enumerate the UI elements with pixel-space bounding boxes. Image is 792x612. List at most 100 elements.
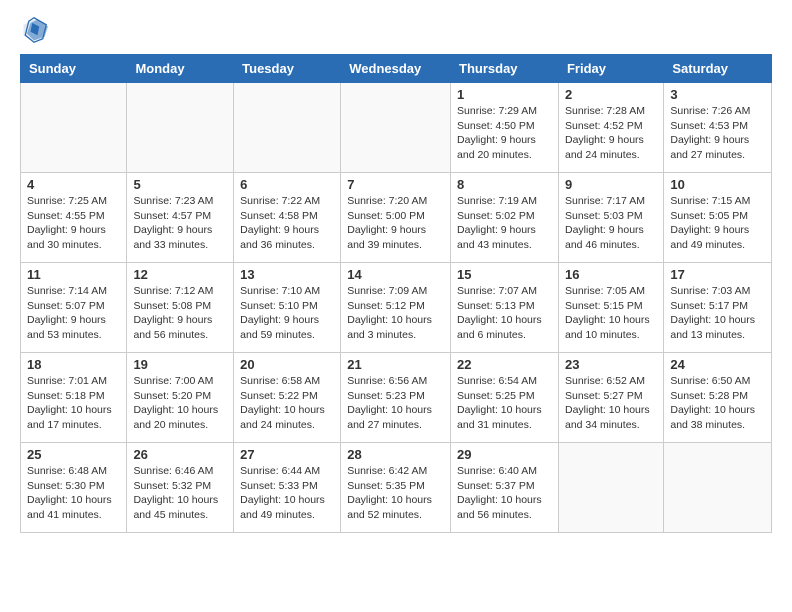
day-info: Sunrise: 7:12 AM Sunset: 5:08 PM Dayligh… <box>133 284 227 343</box>
calendar-header-monday: Monday <box>127 55 234 83</box>
day-info: Sunrise: 7:19 AM Sunset: 5:02 PM Dayligh… <box>457 194 552 253</box>
calendar-week-row: 11Sunrise: 7:14 AM Sunset: 5:07 PM Dayli… <box>21 263 772 353</box>
calendar-cell: 24Sunrise: 6:50 AM Sunset: 5:28 PM Dayli… <box>664 353 772 443</box>
day-number: 15 <box>457 267 552 282</box>
day-info: Sunrise: 7:09 AM Sunset: 5:12 PM Dayligh… <box>347 284 444 343</box>
calendar-cell: 20 Sunrise: 6:58 AM Sunset: 5:22 PM Dayli… <box>234 353 341 443</box>
day-info: Sunrise: 6:42 AM Sunset: 5:35 PM Dayligh… <box>347 464 444 523</box>
calendar-header-saturday: Saturday <box>664 55 772 83</box>
calendar-cell: 29Sunrise: 6:40 AM Sunset: 5:37 PM Dayli… <box>451 443 559 533</box>
day-info: Sunrise: 7:00 AM Sunset: 5:20 PM Dayligh… <box>133 374 227 433</box>
day-info: Sunrise: 6:56 AM Sunset: 5:23 PM Dayligh… <box>347 374 444 433</box>
day-number: 19 <box>133 357 227 372</box>
calendar-cell <box>341 83 451 173</box>
day-info: Sunrise: 6:58 AM Sunset: 5:22 PM Dayligh… <box>240 374 334 433</box>
calendar-header-friday: Friday <box>558 55 663 83</box>
day-number: 5 <box>133 177 227 192</box>
calendar-cell <box>127 83 234 173</box>
calendar-week-row: 4 Sunrise: 7:25 AM Sunset: 4:55 PM Daylig… <box>21 173 772 263</box>
day-number: 1 <box>457 87 552 102</box>
day-info: Sunrise: 6:50 AM Sunset: 5:28 PM Dayligh… <box>670 374 765 433</box>
calendar-header-row: SundayMondayTuesdayWednesdayThursdayFrid… <box>21 55 772 83</box>
day-number: 3 <box>670 87 765 102</box>
calendar-cell <box>558 443 663 533</box>
calendar-cell <box>21 83 127 173</box>
day-info: Sunrise: 6:52 AM Sunset: 5:27 PM Dayligh… <box>565 374 657 433</box>
calendar-week-row: 18 Sunrise: 7:01 AM Sunset: 5:18 PM Dayli… <box>21 353 772 443</box>
day-info: Sunrise: 7:29 AM Sunset: 4:50 PM Dayligh… <box>457 104 552 163</box>
calendar-cell: 4 Sunrise: 7:25 AM Sunset: 4:55 PM Daylig… <box>21 173 127 263</box>
calendar-cell: 17Sunrise: 7:03 AM Sunset: 5:17 PM Dayli… <box>664 263 772 353</box>
calendar-cell: 28 Sunrise: 6:42 AM Sunset: 5:35 PM Dayli… <box>341 443 451 533</box>
day-info: Sunrise: 6:46 AM Sunset: 5:32 PM Dayligh… <box>133 464 227 523</box>
logo <box>20 16 52 44</box>
calendar-cell: 25 Sunrise: 6:48 AM Sunset: 5:30 PM Dayli… <box>21 443 127 533</box>
day-number: 16 <box>565 267 657 282</box>
calendar-cell <box>664 443 772 533</box>
day-number: 22 <box>457 357 552 372</box>
day-number: 9 <box>565 177 657 192</box>
day-number: 10 <box>670 177 765 192</box>
calendar-header-tuesday: Tuesday <box>234 55 341 83</box>
calendar-header-wednesday: Wednesday <box>341 55 451 83</box>
day-info: Sunrise: 7:03 AM Sunset: 5:17 PM Dayligh… <box>670 284 765 343</box>
day-number: 6 <box>240 177 334 192</box>
day-number: 23 <box>565 357 657 372</box>
day-info: Sunrise: 7:20 AM Sunset: 5:00 PM Dayligh… <box>347 194 444 253</box>
day-number: 25 <box>27 447 120 462</box>
calendar-cell: 23 Sunrise: 6:52 AM Sunset: 5:27 PM Dayli… <box>558 353 663 443</box>
calendar-cell: 18 Sunrise: 7:01 AM Sunset: 5:18 PM Dayli… <box>21 353 127 443</box>
calendar-cell: 10 Sunrise: 7:15 AM Sunset: 5:05 PM Dayli… <box>664 173 772 263</box>
calendar-cell: 19 Sunrise: 7:00 AM Sunset: 5:20 PM Dayli… <box>127 353 234 443</box>
calendar-cell: 26 Sunrise: 6:46 AM Sunset: 5:32 PM Dayli… <box>127 443 234 533</box>
calendar-cell: 15 Sunrise: 7:07 AM Sunset: 5:13 PM Dayli… <box>451 263 559 353</box>
calendar-cell <box>234 83 341 173</box>
day-info: Sunrise: 7:15 AM Sunset: 5:05 PM Dayligh… <box>670 194 765 253</box>
day-number: 7 <box>347 177 444 192</box>
day-number: 21 <box>347 357 444 372</box>
day-number: 26 <box>133 447 227 462</box>
calendar-cell: 6Sunrise: 7:22 AM Sunset: 4:58 PM Daylig… <box>234 173 341 263</box>
day-number: 12 <box>133 267 227 282</box>
day-number: 27 <box>240 447 334 462</box>
day-number: 29 <box>457 447 552 462</box>
day-info: Sunrise: 7:07 AM Sunset: 5:13 PM Dayligh… <box>457 284 552 343</box>
logo-icon <box>20 16 48 44</box>
calendar-cell: 16 Sunrise: 7:05 AM Sunset: 5:15 PM Dayli… <box>558 263 663 353</box>
calendar-header-sunday: Sunday <box>21 55 127 83</box>
day-number: 18 <box>27 357 120 372</box>
calendar-cell: 5 Sunrise: 7:23 AM Sunset: 4:57 PM Daylig… <box>127 173 234 263</box>
calendar-cell: 13Sunrise: 7:10 AM Sunset: 5:10 PM Dayli… <box>234 263 341 353</box>
day-number: 28 <box>347 447 444 462</box>
calendar-cell: 1 Sunrise: 7:29 AM Sunset: 4:50 PM Daylig… <box>451 83 559 173</box>
day-info: Sunrise: 6:48 AM Sunset: 5:30 PM Dayligh… <box>27 464 120 523</box>
day-number: 20 <box>240 357 334 372</box>
calendar-cell: 8 Sunrise: 7:19 AM Sunset: 5:02 PM Daylig… <box>451 173 559 263</box>
calendar-cell: 11Sunrise: 7:14 AM Sunset: 5:07 PM Dayli… <box>21 263 127 353</box>
calendar-cell: 3 Sunrise: 7:26 AM Sunset: 4:53 PM Daylig… <box>664 83 772 173</box>
page-header <box>20 16 772 44</box>
day-number: 8 <box>457 177 552 192</box>
day-number: 13 <box>240 267 334 282</box>
day-info: Sunrise: 6:54 AM Sunset: 5:25 PM Dayligh… <box>457 374 552 433</box>
calendar-week-row: 1 Sunrise: 7:29 AM Sunset: 4:50 PM Daylig… <box>21 83 772 173</box>
calendar-cell: 22 Sunrise: 6:54 AM Sunset: 5:25 PM Dayli… <box>451 353 559 443</box>
calendar-cell: 14 Sunrise: 7:09 AM Sunset: 5:12 PM Dayli… <box>341 263 451 353</box>
calendar-header-thursday: Thursday <box>451 55 559 83</box>
day-number: 14 <box>347 267 444 282</box>
day-info: Sunrise: 7:25 AM Sunset: 4:55 PM Dayligh… <box>27 194 120 253</box>
calendar-cell: 7 Sunrise: 7:20 AM Sunset: 5:00 PM Daylig… <box>341 173 451 263</box>
day-info: Sunrise: 7:28 AM Sunset: 4:52 PM Dayligh… <box>565 104 657 163</box>
calendar-table: SundayMondayTuesdayWednesdayThursdayFrid… <box>20 54 772 533</box>
calendar-cell: 9Sunrise: 7:17 AM Sunset: 5:03 PM Daylig… <box>558 173 663 263</box>
calendar-cell: 27 Sunrise: 6:44 AM Sunset: 5:33 PM Dayli… <box>234 443 341 533</box>
day-info: Sunrise: 7:05 AM Sunset: 5:15 PM Dayligh… <box>565 284 657 343</box>
day-info: Sunrise: 7:23 AM Sunset: 4:57 PM Dayligh… <box>133 194 227 253</box>
day-info: Sunrise: 7:01 AM Sunset: 5:18 PM Dayligh… <box>27 374 120 433</box>
day-number: 11 <box>27 267 120 282</box>
day-info: Sunrise: 7:26 AM Sunset: 4:53 PM Dayligh… <box>670 104 765 163</box>
day-info: Sunrise: 6:44 AM Sunset: 5:33 PM Dayligh… <box>240 464 334 523</box>
calendar-cell: 2Sunrise: 7:28 AM Sunset: 4:52 PM Daylig… <box>558 83 663 173</box>
calendar-week-row: 25 Sunrise: 6:48 AM Sunset: 5:30 PM Dayli… <box>21 443 772 533</box>
day-number: 4 <box>27 177 120 192</box>
